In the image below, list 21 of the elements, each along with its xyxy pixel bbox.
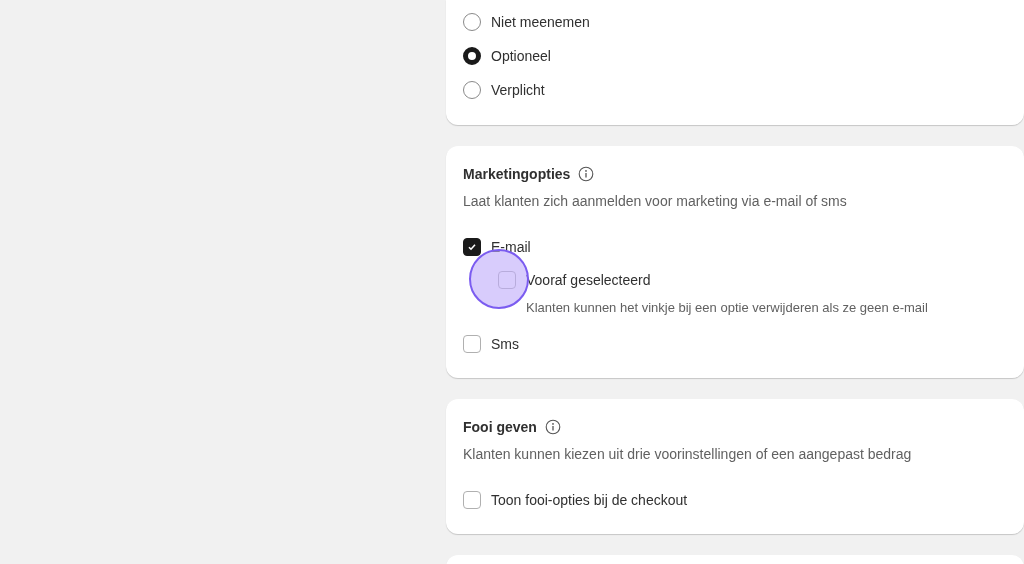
option-label: Optioneel [491,47,551,66]
option-label: Sms [491,335,519,354]
radio-button[interactable] [463,81,481,99]
option-label: Toon fooi-opties bij de checkout [491,491,688,510]
section-title: Fooi geven [463,419,537,435]
option-hint: Klanten kunnen het vinkje bij een optie verwijderen als ze geen e-mail [526,299,929,317]
info-icon[interactable] [544,419,561,435]
checkmark-icon [467,242,477,252]
checkbox[interactable] [498,271,516,289]
option-label: Verplicht [491,81,545,100]
option-label: E-mail [491,238,531,257]
radio-button[interactable] [463,47,481,65]
section-description: Klanten kunnen kiezen uit drie voorinstellingen of een aangepast bedrag [463,445,913,464]
radio-button[interactable] [463,13,481,31]
checkbox[interactable] [463,238,481,256]
checkbox[interactable] [463,335,481,353]
checkbox[interactable] [463,491,481,509]
option-label: Niet meenemen [491,13,590,32]
section-title: Marketingopties [463,166,571,182]
info-icon[interactable] [578,166,595,182]
section-description: Laat klanten zich aanmelden voor marketing via e-mail of sms [463,192,848,211]
